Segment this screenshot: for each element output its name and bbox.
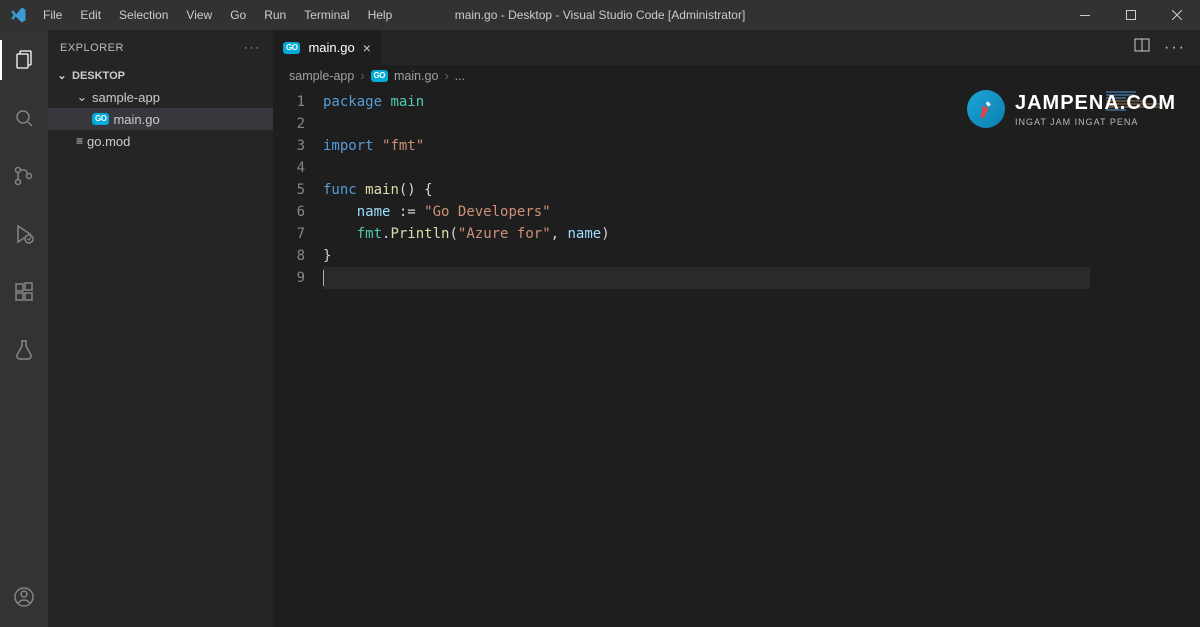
close-icon[interactable]: ×	[363, 40, 371, 56]
line-gutter: 123456789	[273, 87, 323, 627]
menu-selection[interactable]: Selection	[111, 4, 176, 26]
menu-file[interactable]: File	[35, 4, 70, 26]
file-icon: ≡	[76, 134, 83, 148]
watermark: JAMPENA.COM INGAT JAM INGAT PENA	[967, 90, 1176, 128]
code-content[interactable]: package main import "fmt" func main() { …	[323, 87, 1200, 627]
tree-file-go-mod[interactable]: ≡ go.mod	[48, 130, 273, 152]
watermark-subtitle: INGAT JAM INGAT PENA	[1015, 117, 1176, 127]
file-tree: ⌄ sample-app GO main.go ≡ go.mod	[48, 86, 273, 152]
code-editor[interactable]: 123456789 package main import "fmt" func…	[273, 87, 1200, 627]
explorer-sidebar: EXPLORER ··· ⌄ DESKTOP ⌄ sample-app GO m…	[48, 30, 273, 627]
chevron-right-icon: ›	[360, 69, 364, 83]
menu-edit[interactable]: Edit	[72, 4, 109, 26]
menu-go[interactable]: Go	[222, 4, 254, 26]
split-editor-icon[interactable]	[1134, 37, 1150, 58]
run-debug-icon[interactable]	[0, 214, 48, 254]
menu-help[interactable]: Help	[360, 4, 401, 26]
minimize-button[interactable]	[1062, 0, 1108, 30]
tab-main-go[interactable]: GO main.go ×	[273, 30, 382, 65]
chevron-right-icon: ›	[444, 69, 448, 83]
accounts-icon[interactable]	[0, 577, 48, 617]
more-actions-icon[interactable]: ···	[1164, 39, 1186, 57]
chevron-down-icon: ⌄	[56, 69, 68, 82]
tree-item-label: go.mod	[87, 134, 130, 149]
title-bar: File Edit Selection View Go Run Terminal…	[0, 0, 1200, 30]
extensions-icon[interactable]	[0, 272, 48, 312]
window-title: main.go - Desktop - Visual Studio Code […	[455, 8, 746, 22]
explorer-title: EXPLORER	[60, 42, 124, 54]
activity-bar	[0, 30, 48, 627]
close-button[interactable]	[1154, 0, 1200, 30]
tree-file-main-go[interactable]: GO main.go	[48, 108, 273, 130]
tree-item-label: main.go	[113, 112, 159, 127]
watermark-title: JAMPENA.COM	[1015, 92, 1176, 115]
menu-run[interactable]: Run	[256, 4, 294, 26]
breadcrumb-folder[interactable]: sample-app	[289, 69, 354, 83]
menu-view[interactable]: View	[178, 4, 220, 26]
search-icon[interactable]	[0, 98, 48, 138]
vscode-logo-icon	[0, 6, 35, 24]
explorer-more-icon[interactable]: ···	[244, 42, 261, 54]
breadcrumb[interactable]: sample-app › GO main.go › ...	[273, 65, 1200, 87]
chevron-down-icon: ⌄	[76, 89, 88, 105]
tree-folder-sample-app[interactable]: ⌄ sample-app	[48, 86, 273, 108]
go-file-icon: GO	[371, 70, 388, 82]
go-file-icon: GO	[92, 113, 109, 125]
editor-area: GO main.go × ··· sample-app › GO main.go…	[273, 30, 1200, 627]
editor-tabs: GO main.go × ···	[273, 30, 1200, 65]
folder-section-label: DESKTOP	[72, 70, 125, 82]
jampena-logo-icon	[967, 90, 1005, 128]
testing-icon[interactable]	[0, 330, 48, 370]
tab-label: main.go	[308, 40, 354, 55]
folder-section[interactable]: ⌄ DESKTOP	[48, 65, 273, 86]
maximize-button[interactable]	[1108, 0, 1154, 30]
menu-terminal[interactable]: Terminal	[296, 4, 357, 26]
go-file-icon: GO	[283, 42, 300, 54]
tree-item-label: sample-app	[92, 90, 160, 105]
menu-bar: File Edit Selection View Go Run Terminal…	[35, 4, 400, 26]
breadcrumb-more[interactable]: ...	[455, 69, 465, 83]
explorer-icon[interactable]	[0, 40, 48, 80]
source-control-icon[interactable]	[0, 156, 48, 196]
breadcrumb-file[interactable]: main.go	[394, 69, 438, 83]
